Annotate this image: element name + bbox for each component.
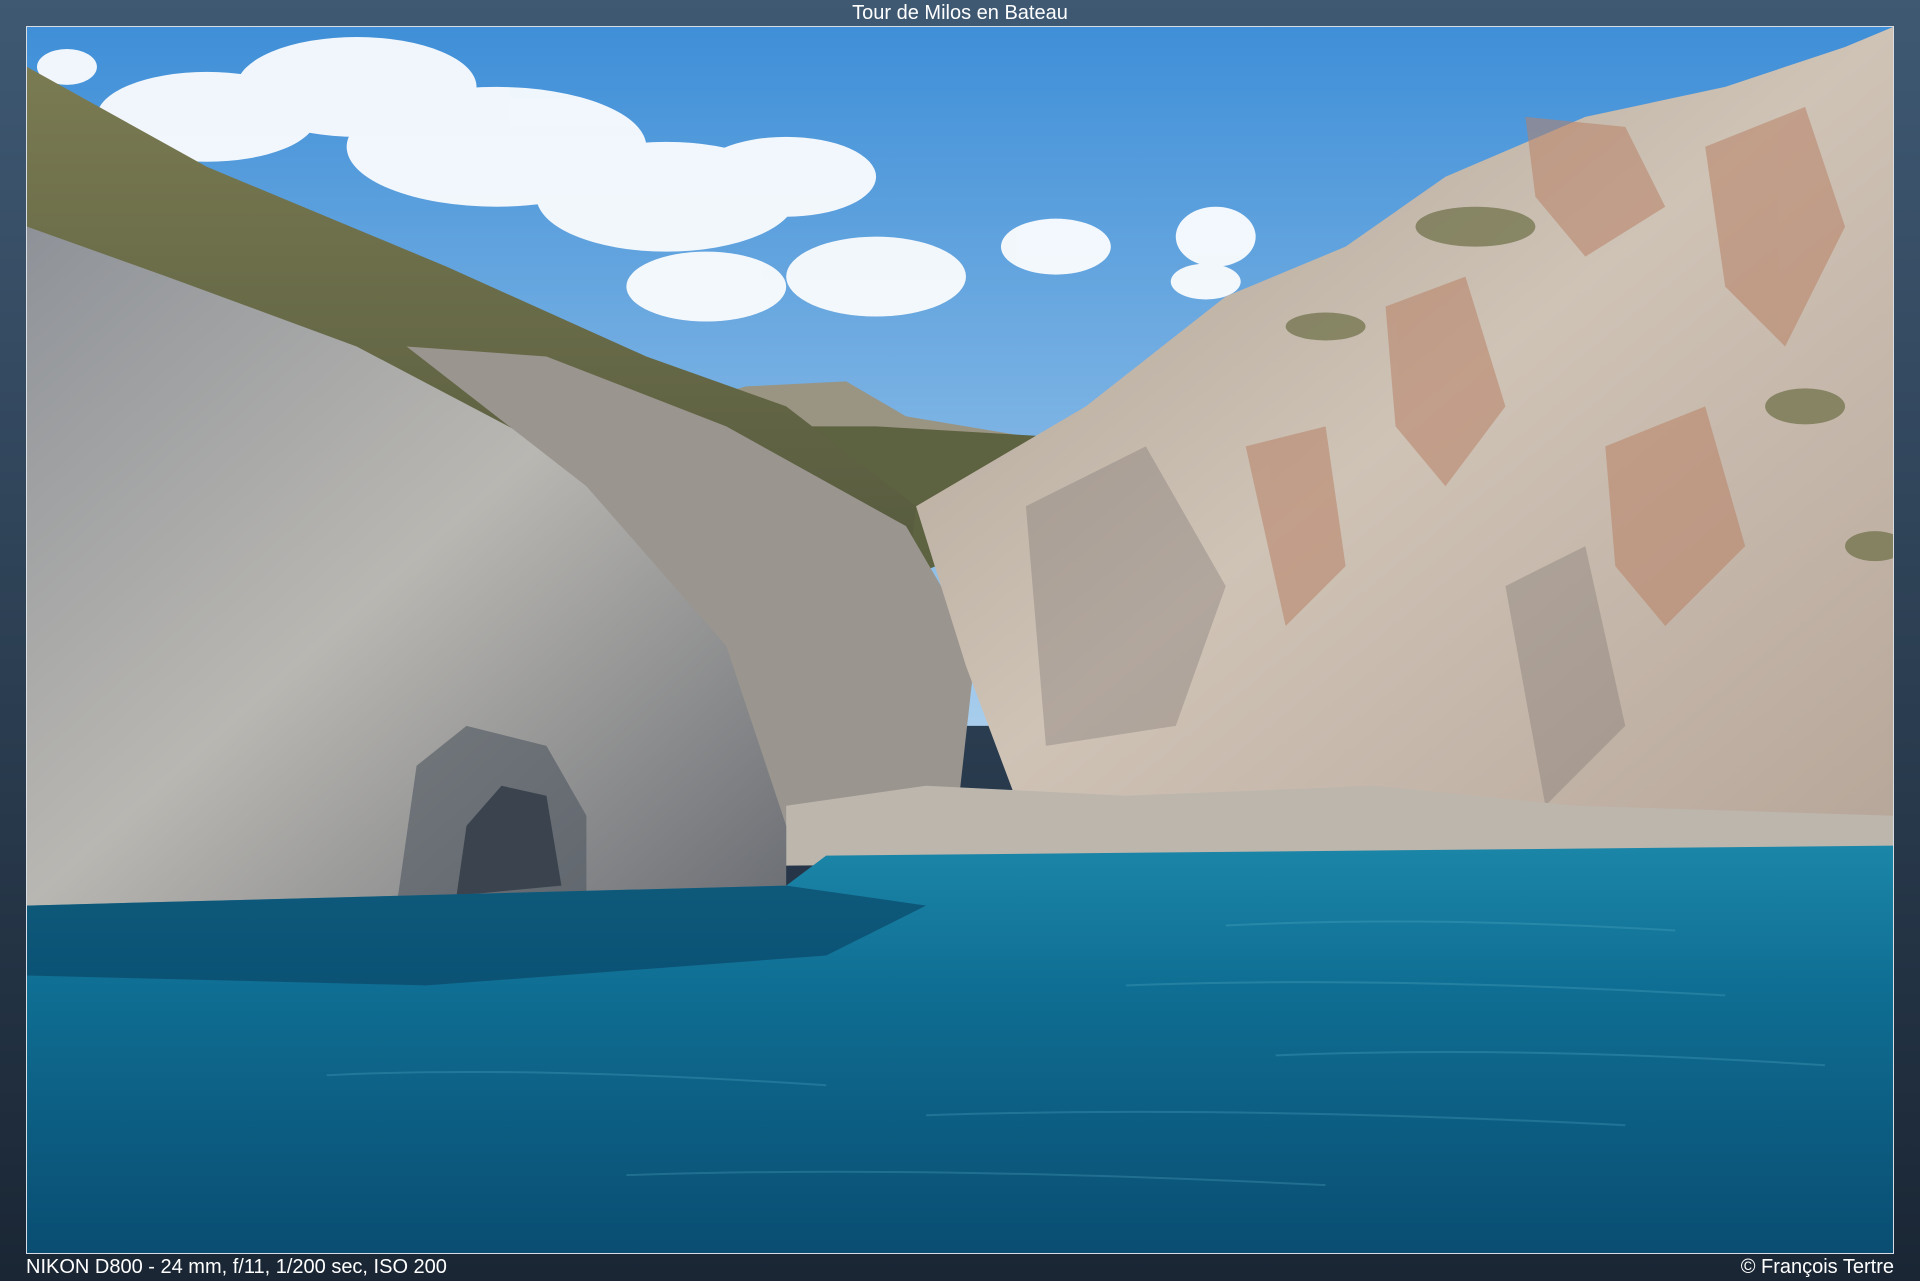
copyright-notice: © François Tertre [1740,1256,1894,1278]
photo [26,26,1894,1254]
landscape-illustration [27,27,1893,1253]
photo-title: Tour de Milos en Bateau [852,2,1068,24]
exif-info: NIKON D800 - 24 mm, f/11, 1/200 sec, ISO… [26,1256,447,1278]
